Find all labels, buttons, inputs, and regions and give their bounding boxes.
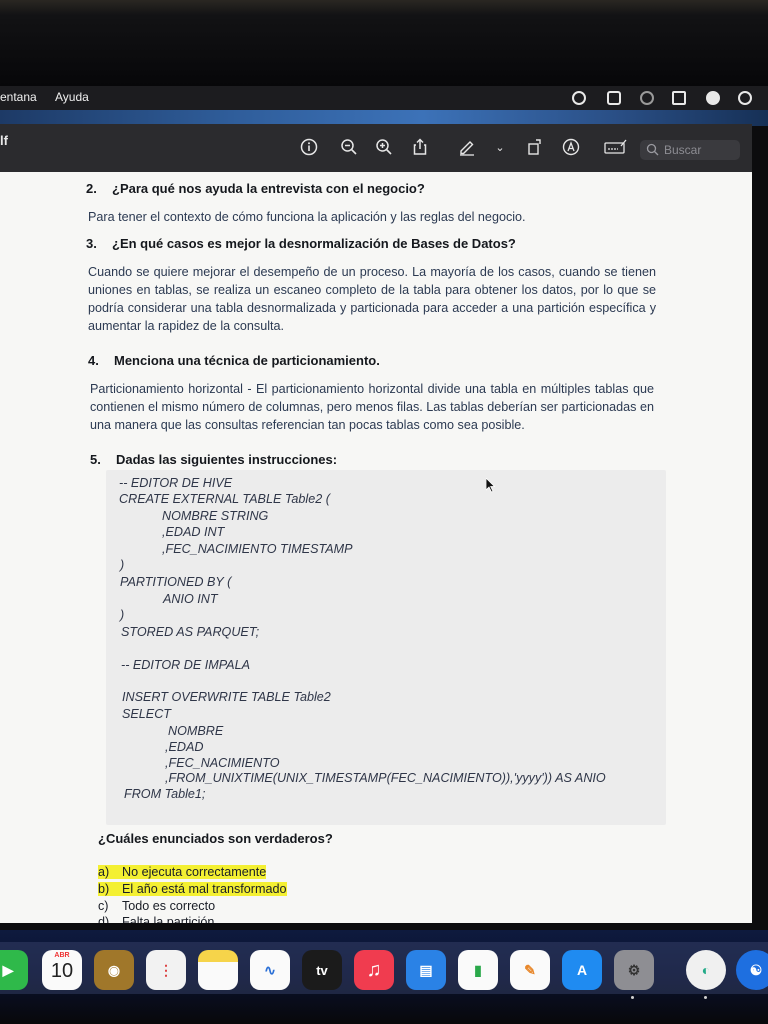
question-number: 2. <box>86 181 97 196</box>
code-line: STORED AS PARQUET; <box>121 625 260 639</box>
options-prompt: ¿Cuáles enunciados son verdaderos? <box>98 831 333 846</box>
code-line: SELECT <box>122 707 171 721</box>
code-line: -- EDITOR DE IMPALA <box>121 658 250 672</box>
answer-2: Para tener el contexto de cómo funciona … <box>88 210 526 224</box>
code-line: NOMBRE STRING <box>162 509 269 523</box>
zoom-out-icon[interactable] <box>340 138 360 158</box>
sync-icon[interactable] <box>572 91 586 105</box>
numbers-icon[interactable]: ▮ <box>458 950 498 990</box>
menu-ayuda[interactable]: Ayuda <box>55 90 89 104</box>
option-text: Falta la partición <box>122 915 215 923</box>
code-line: INSERT OVERWRITE TABLE Table2 <box>122 690 331 704</box>
tv-label: tv <box>316 962 328 978</box>
accessibility-icon[interactable]: ☯ <box>736 950 768 990</box>
code-line: ,EDAD <box>165 740 204 754</box>
code-line: PARTITIONED BY ( <box>120 575 232 589</box>
option-text: Todo es correcto <box>122 899 216 913</box>
globe-icon[interactable] <box>640 91 654 105</box>
pages-icon[interactable]: ✎ <box>510 950 550 990</box>
question-text: ¿Para qué nos ayuda la entrevista con el… <box>112 181 425 196</box>
keynote-icon[interactable]: ▤ <box>406 950 446 990</box>
rotate-icon[interactable] <box>526 138 546 158</box>
music-icon[interactable]: ♫ <box>354 950 394 990</box>
share-icon[interactable] <box>411 138 431 158</box>
option-letter: a) <box>98 865 110 879</box>
chevron-down-icon[interactable]: ⌄ <box>490 138 510 158</box>
code-line: ,FEC_NACIMIENTO <box>165 756 280 770</box>
question-3: 3. ¿En qué casos es mejor la desnormaliza… <box>86 236 516 251</box>
running-indicator <box>704 996 707 999</box>
maps-icon[interactable]: ◐ <box>686 950 726 990</box>
code-line: ) <box>120 608 125 622</box>
question-number: 5. <box>90 452 101 467</box>
option-text: No ejecuta correctamente <box>122 865 267 879</box>
window-title: lf <box>0 133 8 148</box>
system-settings-icon[interactable]: ⚙ <box>614 950 654 990</box>
facetime-icon[interactable]: ▶ <box>0 950 28 990</box>
search-field[interactable] <box>640 140 740 160</box>
menu-bar: entana Ayuda <box>0 86 768 110</box>
search-icon <box>646 143 660 157</box>
question-number: 4. <box>88 353 99 368</box>
question-number: 3. <box>86 236 97 251</box>
calendar-month: ABR <box>54 952 70 959</box>
code-line: CREATE EXTERNAL TABLE Table2 ( <box>119 492 330 506</box>
contacts-icon[interactable]: ◉ <box>94 950 134 990</box>
code-line: ) <box>120 558 125 572</box>
annotate-icon[interactable] <box>562 138 582 158</box>
freeform-icon[interactable]: ∿ <box>250 950 290 990</box>
option-c: c) Todo es correcto <box>98 899 215 913</box>
option-letter: d) <box>98 915 110 923</box>
option-letter: c) <box>98 899 109 913</box>
reminders-icon[interactable]: ⋮ <box>146 950 186 990</box>
code-line: ANIO INT <box>163 592 218 606</box>
option-text: El año está mal transformado <box>122 882 287 896</box>
search-input[interactable] <box>664 142 736 158</box>
dock: ▶ ABR 10 ◉ ⋮ ∿ tv ♫ ▤ ▮ ✎ A ⚙ ◐ ☯ <box>0 930 768 1024</box>
zoom-in-icon[interactable] <box>375 138 395 158</box>
pdf-document: 2. ¿Para qué nos ayuda la entrevista con … <box>0 172 752 923</box>
question-4: 4. Menciona una técnica de particionamien… <box>88 353 380 368</box>
calendar-icon[interactable]: ABR 10 <box>42 950 82 990</box>
question-text: Dadas las siguientes instrucciones: <box>116 452 338 467</box>
code-line: FROM Table1; <box>124 787 206 801</box>
code-block: -- EDITOR DE HIVE CREATE EXTERNAL TABLE … <box>106 470 666 825</box>
tv-icon[interactable]: tv <box>302 950 342 990</box>
calendar-day: 10 <box>50 960 74 982</box>
info-icon[interactable] <box>300 138 320 158</box>
code-line: ,EDAD INT <box>162 525 225 539</box>
option-letter: b) <box>98 882 110 896</box>
share-arrow-icon[interactable] <box>672 91 686 105</box>
settings-icon[interactable] <box>738 91 752 105</box>
question-2: 2. ¿Para qué nos ayuda la entrevista con … <box>86 181 425 196</box>
status-icon[interactable] <box>706 91 720 105</box>
code-line: NOMBRE <box>168 724 224 738</box>
notes-icon[interactable] <box>198 950 238 990</box>
option-a: a) No ejecuta correctamente <box>98 865 267 879</box>
code-line: ,FEC_NACIMIENTO TIMESTAMP <box>162 542 353 556</box>
screen-bezel <box>0 0 768 86</box>
running-indicator <box>631 996 634 999</box>
markup-pen-icon[interactable] <box>458 138 478 158</box>
form-fill-icon[interactable] <box>604 138 628 158</box>
answer-4: Particionamiento horizontal - El partici… <box>90 382 654 432</box>
code-line: -- EDITOR DE HIVE <box>119 476 233 490</box>
question-text: Menciona una técnica de particionamiento… <box>114 353 380 368</box>
app-store-icon[interactable]: A <box>562 950 602 990</box>
mouse-cursor-icon <box>485 477 496 499</box>
shield-icon[interactable] <box>607 91 621 105</box>
question-text: ¿En qué casos es mejor la desnormalizaci… <box>112 236 516 251</box>
answer-3: Cuando se quiere mejorar el desempeño de… <box>88 265 656 333</box>
menu-ventana[interactable]: entana <box>0 90 37 104</box>
option-b: b) El año está mal transformado <box>98 882 287 896</box>
question-5: 5. Dadas las siguientes instrucciones: <box>90 452 337 467</box>
option-d: d) Falta la partición <box>98 915 214 923</box>
code-line: ,FROM_UNIXTIME(UNIX_TIMESTAMP(FEC_NACIMI… <box>165 771 606 785</box>
